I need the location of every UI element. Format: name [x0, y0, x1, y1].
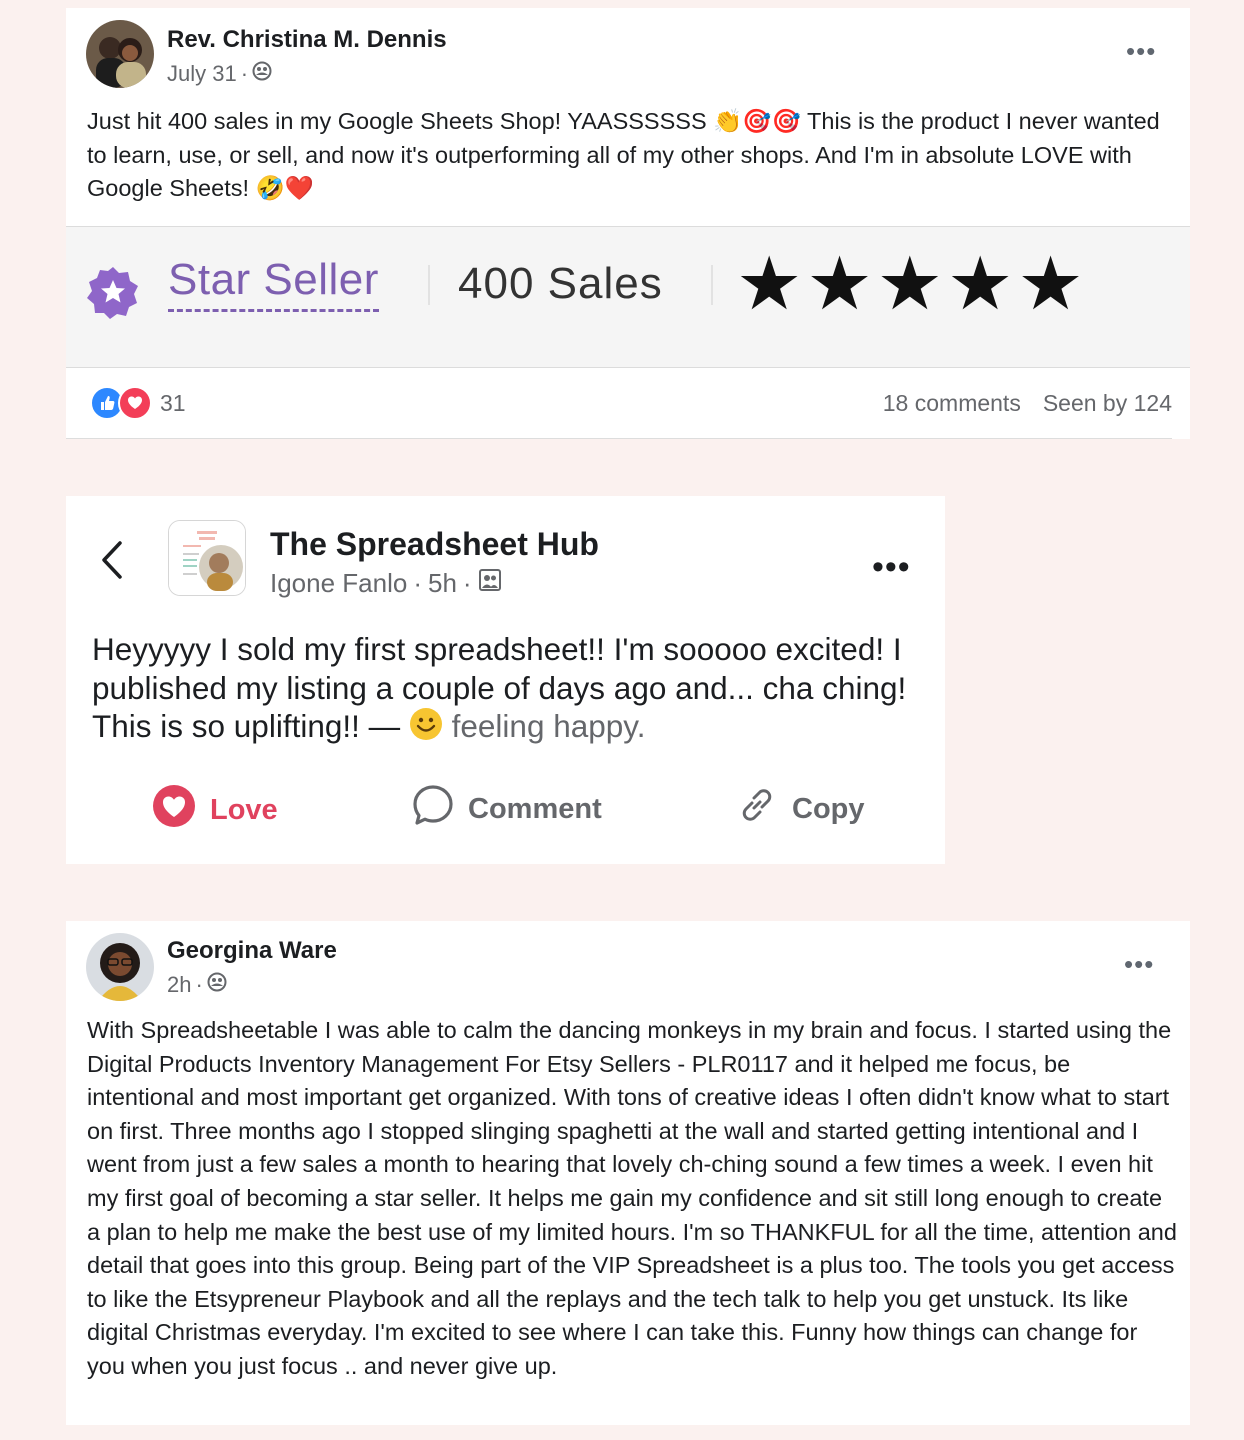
group-audience-icon	[207, 972, 227, 998]
smiley-icon	[409, 707, 443, 750]
divider	[428, 265, 430, 305]
meta-dot: ·	[462, 568, 472, 598]
post-meta: July 31 ·	[167, 61, 272, 87]
sales-count: 400 Sales	[458, 259, 663, 308]
more-options-icon[interactable]: •••	[872, 550, 911, 584]
star-seller-badge-icon	[86, 265, 140, 324]
meta-dot: ·	[240, 61, 249, 86]
group-name[interactable]: The Spreadsheet Hub	[270, 526, 599, 563]
divider	[66, 438, 1172, 439]
meta-dot: ·	[413, 568, 422, 598]
more-options-icon[interactable]: •••	[1124, 951, 1154, 977]
more-options-icon[interactable]: •••	[1126, 38, 1156, 64]
post-text: Heyyyyy I sold my first spreadsheet!! I'…	[92, 630, 932, 750]
star-seller-label: Star Seller	[168, 255, 379, 312]
love-reaction-icon	[118, 386, 152, 420]
meta-dot: ·	[195, 972, 203, 997]
group-avatar[interactable]	[168, 520, 246, 596]
love-heart-icon	[152, 784, 196, 836]
author-name[interactable]: Igone Fanlo	[270, 568, 407, 599]
reaction-count: 31	[160, 389, 186, 416]
post-card-christina: Rev. Christina M. Dennis July 31 · ••• J…	[66, 8, 1190, 439]
author-name[interactable]: Rev. Christina M. Dennis	[167, 26, 447, 54]
post-card-georgina: Georgina Ware 2h · ••• With Spreadsheeta…	[66, 921, 1190, 1425]
post-time[interactable]: 5h	[428, 568, 457, 599]
post-text: Just hit 400 sales in my Google Sheets S…	[87, 108, 1160, 202]
group-members-icon	[478, 568, 502, 599]
love-button[interactable]: Love	[152, 784, 278, 836]
copy-label: Copy	[792, 792, 865, 825]
author-avatar[interactable]	[86, 933, 154, 1001]
comments-count[interactable]: 18 comments	[883, 390, 1021, 417]
comment-button[interactable]: Comment	[412, 784, 602, 834]
comment-label: Comment	[468, 792, 602, 825]
author-avatar[interactable]	[86, 20, 154, 88]
feeling-label: feeling happy.	[451, 708, 646, 744]
post-meta: 2h ·	[167, 972, 227, 998]
post-text: With Spreadsheetable I was able to calm …	[87, 1017, 1177, 1379]
post-stats: 18 comments Seen by 124	[883, 390, 1172, 417]
copy-link-button[interactable]: Copy	[736, 784, 865, 834]
post-date[interactable]: July 31	[167, 61, 237, 87]
star-rating: ★★★★★	[736, 242, 1088, 325]
post-time[interactable]: 2h	[167, 972, 191, 998]
author-name[interactable]: Georgina Ware	[167, 937, 337, 965]
star-seller-banner: Star Seller 400 Sales ★★★★★	[66, 226, 1190, 368]
seen-by-count[interactable]: Seen by 124	[1043, 390, 1172, 417]
divider	[711, 265, 713, 305]
link-icon	[736, 784, 778, 834]
reaction-summary[interactable]: 31	[90, 386, 186, 420]
love-label: Love	[210, 793, 278, 826]
post-meta: Igone Fanlo · 5h ·	[270, 568, 502, 599]
comment-bubble-icon	[412, 784, 454, 834]
group-audience-icon	[252, 61, 272, 87]
post-card-spreadsheet-hub: The Spreadsheet Hub Igone Fanlo · 5h · •…	[66, 496, 945, 864]
back-arrow-icon[interactable]	[100, 540, 124, 580]
